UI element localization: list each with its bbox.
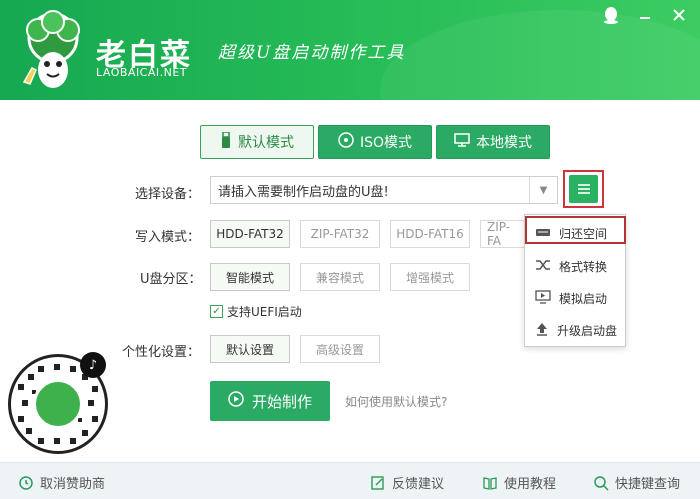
shuffle-icon xyxy=(535,258,551,275)
menu-item-label: 模拟启动 xyxy=(559,291,608,306)
tutorial-link[interactable]: 使用教程 xyxy=(482,473,556,492)
disc-icon xyxy=(338,132,354,152)
hamburger-icon xyxy=(577,184,590,194)
feedback-icon xyxy=(370,475,386,491)
write-mode-label: 写入模式： xyxy=(135,230,201,245)
device-select[interactable]: 请插入需要制作启动盘的U盘! ▼ xyxy=(210,176,558,204)
monitor-play-icon xyxy=(535,289,551,307)
partition-label: U盘分区： xyxy=(140,272,202,287)
menu-item-format-convert[interactable]: 格式转换 xyxy=(525,251,625,281)
refresh-icon xyxy=(18,475,34,491)
window-controls xyxy=(600,4,690,26)
partition-smart-mode[interactable]: 智能模式 xyxy=(210,263,290,291)
close-button[interactable] xyxy=(668,4,690,26)
monitor-icon xyxy=(454,132,470,152)
write-mode-zip-fat32[interactable]: ZIP-FAT32 xyxy=(300,220,380,248)
menu-item-label: 格式转换 xyxy=(559,259,608,274)
hotkey-link[interactable]: 快捷键查询 xyxy=(593,473,680,492)
menu-button[interactable] xyxy=(569,175,598,203)
personalize-default[interactable]: 默认设置 xyxy=(210,335,290,363)
usb-icon xyxy=(220,131,232,152)
hotkey-label: 快捷键查询 xyxy=(615,477,681,492)
device-label: 选择设备： xyxy=(135,187,201,202)
start-button[interactable]: 开始制作 xyxy=(210,381,330,421)
uefi-label: 支持UEFI启动 xyxy=(227,305,302,319)
help-link[interactable]: 如何使用默认模式? xyxy=(345,393,447,410)
menu-item-label: 升级启动盘 xyxy=(557,323,618,338)
play-icon xyxy=(228,391,244,411)
chevron-down-icon[interactable]: ▼ xyxy=(529,177,557,203)
feedback-label: 反馈建议 xyxy=(392,477,445,492)
book-icon xyxy=(482,475,498,491)
tab-default-mode[interactable]: 默认模式 xyxy=(200,125,314,159)
menu-item-highlight xyxy=(525,216,626,244)
cancel-sponsor-label: 取消赞助商 xyxy=(40,477,106,492)
mode-tabs: 默认模式 ISO模式 本地模式 xyxy=(200,125,550,159)
tab-iso-mode[interactable]: ISO模式 xyxy=(318,125,432,159)
footer-bar: 取消赞助商 反馈建议 使用教程 快捷键查询 xyxy=(0,462,700,499)
write-mode-hdd-fat16[interactable]: HDD-FAT16 xyxy=(390,220,470,248)
write-mode-zip-fat16[interactable]: ZIP-FA xyxy=(480,220,524,248)
header-banner: 老白菜 LAOBAICAI.NET 超级U盘启动制作工具 xyxy=(0,0,700,100)
tab-label: 本地模式 xyxy=(476,135,532,151)
upload-icon xyxy=(535,322,549,339)
tab-local-mode[interactable]: 本地模式 xyxy=(436,125,550,159)
uefi-option[interactable]: ✓ 支持UEFI启动 xyxy=(210,303,302,320)
personalize-label: 个性化设置： xyxy=(122,345,201,360)
minimize-button[interactable] xyxy=(634,4,656,26)
partition-enhanced-mode[interactable]: 增强模式 xyxy=(390,263,470,291)
tutorial-label: 使用教程 xyxy=(504,477,557,492)
cancel-sponsor-link[interactable]: 取消赞助商 xyxy=(18,473,105,492)
search-icon xyxy=(593,475,609,491)
menu-item-simulate-boot[interactable]: 模拟启动 xyxy=(525,283,625,313)
uefi-checkbox[interactable]: ✓ xyxy=(210,305,223,318)
device-select-value: 请插入需要制作启动盘的U盘! xyxy=(218,184,389,200)
app-url: LAOBAICAI.NET xyxy=(96,66,188,79)
start-button-label: 开始制作 xyxy=(251,392,312,411)
tab-label: 默认模式 xyxy=(238,135,294,151)
write-mode-hdd-fat32[interactable]: HDD-FAT32 xyxy=(210,220,290,248)
tiktok-icon: ♪ xyxy=(80,352,106,378)
feedback-link[interactable]: 反馈建议 xyxy=(370,473,444,492)
logo-mascot-icon xyxy=(22,10,80,88)
tab-label: ISO模式 xyxy=(359,135,413,151)
qq-icon[interactable] xyxy=(600,4,622,26)
app-slogan: 超级U盘启动制作工具 xyxy=(218,43,406,63)
qr-logo-icon xyxy=(33,379,83,429)
menu-item-upgrade-boot-disk[interactable]: 升级启动盘 xyxy=(525,315,625,345)
personalize-advanced[interactable]: 高级设置 xyxy=(300,335,380,363)
partition-compatible-mode[interactable]: 兼容模式 xyxy=(300,263,380,291)
